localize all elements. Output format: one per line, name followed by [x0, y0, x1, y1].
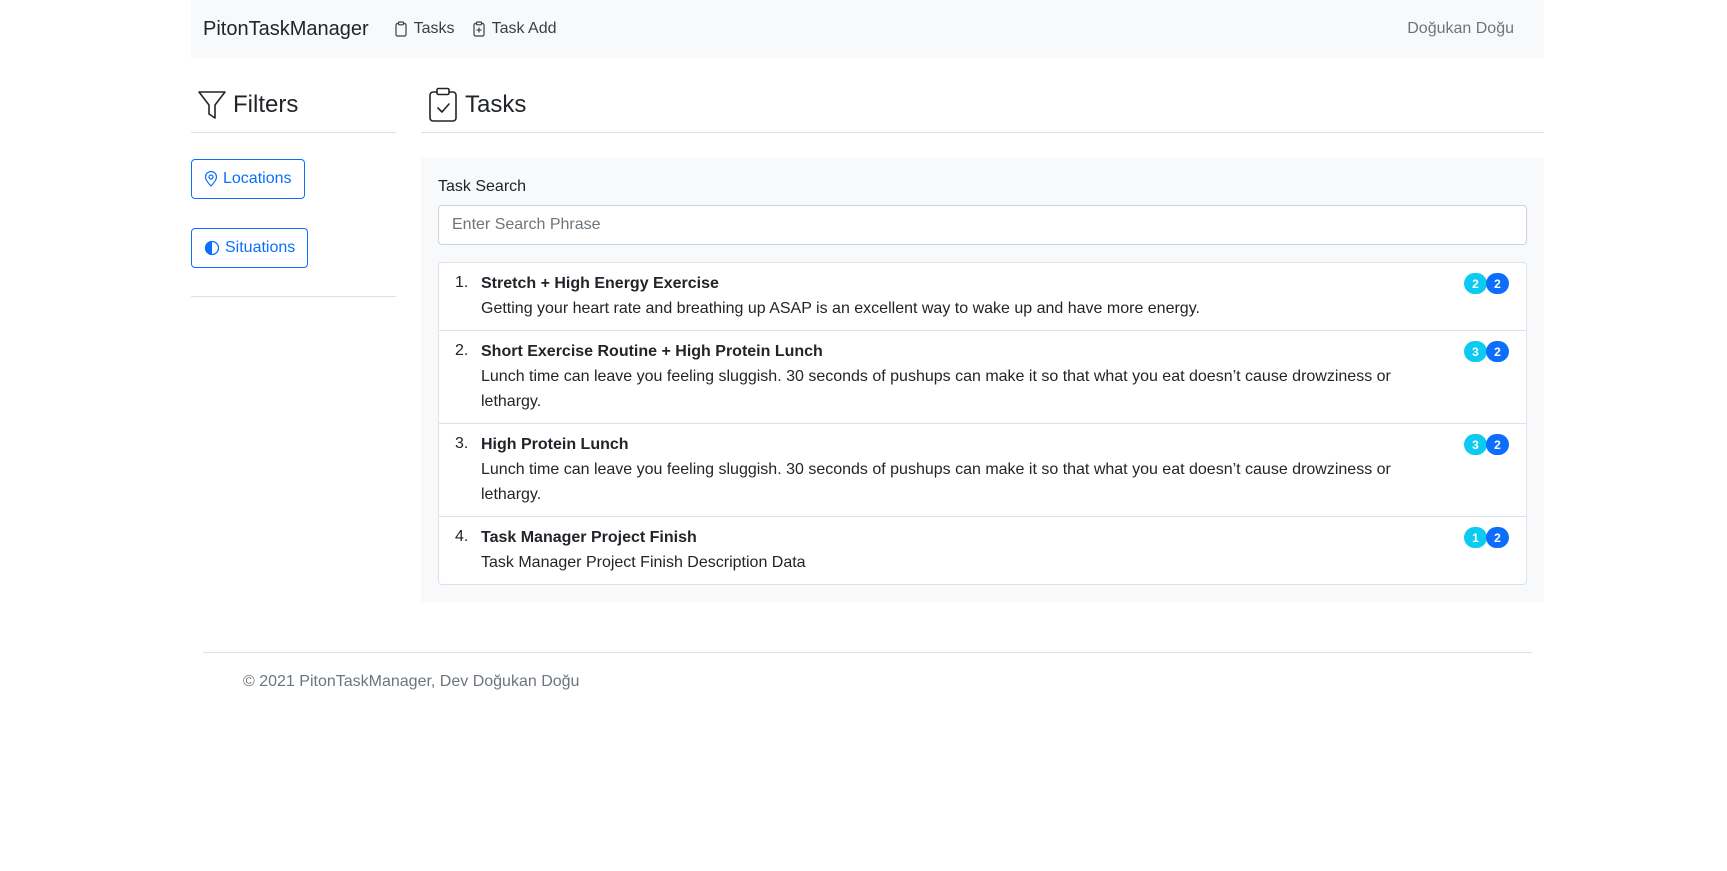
list-item[interactable]: 2. Short Exercise Routine + High Protein…	[439, 331, 1526, 424]
task-body: Stretch + High Energy Exercise Getting y…	[481, 274, 1510, 321]
task-badges: 3 2	[1464, 434, 1509, 455]
list-item[interactable]: 1. Stretch + High Energy Exercise Gettin…	[439, 263, 1526, 331]
funnel-icon	[198, 91, 226, 119]
situations-filter-button[interactable]: Situations	[191, 228, 309, 268]
task-description: Getting your heart rate and breathing up…	[481, 300, 1200, 317]
location-count-badge: 2	[1464, 273, 1487, 294]
location-count-badge: 1	[1464, 527, 1487, 548]
situation-count-badge: 2	[1486, 527, 1509, 548]
list-item[interactable]: 4. Task Manager Project Finish Task Mana…	[439, 517, 1526, 584]
clipboard-icon	[395, 21, 407, 37]
task-number: 1.	[455, 274, 469, 291]
task-badges: 1 2	[1464, 527, 1509, 548]
task-search-input[interactable]	[438, 205, 1527, 245]
task-badges: 2 2	[1464, 273, 1509, 294]
nav-link-task-add[interactable]: Task Add	[471, 20, 557, 38]
navbar: PitonTaskManager Tasks Task Add Doğukan …	[191, 0, 1544, 58]
locations-filter-button[interactable]: Locations	[191, 159, 305, 199]
task-body: High Protein Lunch Lunch time can leave …	[481, 435, 1510, 507]
task-list: 1. Stretch + High Energy Exercise Gettin…	[438, 262, 1527, 585]
task-description: Lunch time can leave you feeling sluggis…	[481, 368, 1391, 410]
situation-count-badge: 2	[1486, 273, 1509, 294]
footer: © 2021 PitonTaskManager, Dev Doğukan Doğ…	[203, 652, 1532, 691]
footer-copyright: © 2021 PitonTaskManager, Dev Doğukan Doğ…	[243, 673, 580, 690]
situation-count-badge: 2	[1486, 434, 1509, 455]
location-count-badge: 3	[1464, 341, 1487, 362]
clipboard-check-icon	[429, 87, 457, 122]
task-body: Task Manager Project Finish Task Manager…	[481, 528, 1510, 575]
filters-title: Filters	[233, 91, 299, 118]
task-badges: 3 2	[1464, 341, 1509, 362]
task-search-panel: Task Search 1. Stretch + High Energy Exe…	[421, 158, 1544, 602]
task-title: Task Manager Project Finish	[481, 529, 697, 546]
filters-sidebar: Filters Locations Situations	[191, 78, 396, 602]
nav-link-tasks[interactable]: Tasks	[393, 20, 455, 38]
task-description: Task Manager Project Finish Description …	[481, 554, 806, 571]
brand-link[interactable]: PitonTaskManager	[203, 18, 369, 41]
tasks-main: Tasks Task Search 1. Stretch + High Ener…	[421, 78, 1544, 602]
task-description: Lunch time can leave you feeling sluggis…	[481, 461, 1391, 503]
location-count-badge: 3	[1464, 434, 1487, 455]
task-number: 2.	[455, 342, 469, 359]
task-body: Short Exercise Routine + High Protein Lu…	[481, 342, 1510, 414]
half-circle-icon	[204, 240, 220, 256]
task-title: High Protein Lunch	[481, 436, 629, 453]
tasks-title: Tasks	[465, 91, 527, 118]
page-container: PitonTaskManager Tasks Task Add Doğukan …	[191, 0, 1544, 691]
user-name[interactable]: Doğukan Doğu	[1407, 20, 1514, 38]
task-title: Stretch + High Energy Exercise	[481, 275, 719, 292]
task-number: 4.	[455, 528, 469, 545]
location-pin-icon	[204, 171, 218, 187]
content-row: Filters Locations Situations Tasks Task …	[191, 78, 1544, 602]
filter-list: Locations Situations	[191, 133, 396, 297]
situation-count-badge: 2	[1486, 341, 1509, 362]
task-number: 3.	[455, 435, 469, 452]
list-item[interactable]: 3. High Protein Lunch Lunch time can lea…	[439, 424, 1526, 517]
tasks-heading: Tasks	[421, 78, 1544, 132]
situations-filter-label: Situations	[225, 239, 296, 256]
task-title: Short Exercise Routine + High Protein Lu…	[481, 343, 823, 360]
task-search-label: Task Search	[438, 178, 527, 195]
tasks-divider	[421, 132, 1544, 133]
locations-filter-label: Locations	[223, 170, 292, 187]
nav-link-task-add-label: Task Add	[491, 20, 557, 37]
nav-link-tasks-label: Tasks	[413, 20, 455, 37]
filters-heading: Filters	[191, 78, 396, 132]
clipboard-plus-icon	[472, 21, 485, 37]
